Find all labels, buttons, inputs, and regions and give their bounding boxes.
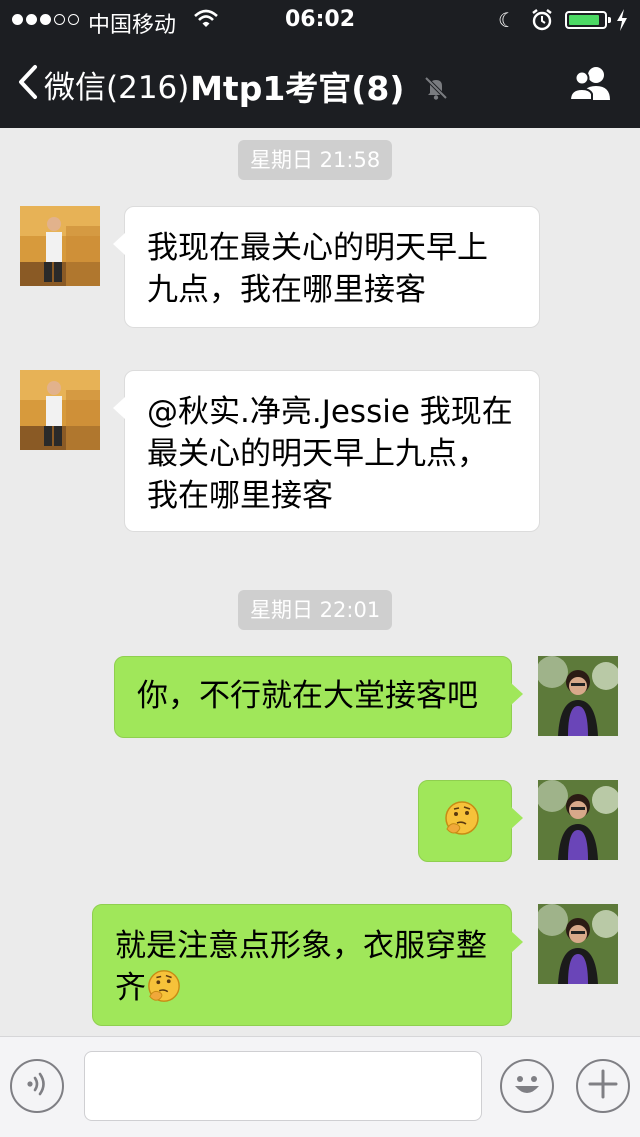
chat-title: Mtp1考官(8) [190,69,405,108]
message-bubble-outgoing[interactable]: 你，不行就在大堂接客吧 [114,656,523,738]
message-bubble-outgoing[interactable] [418,780,523,862]
navigation-bar: 微信(216) Mtp1考官(8) [0,40,640,128]
charging-bolt-icon [616,9,628,37]
battery-icon [565,11,611,29]
avatar-other[interactable] [20,370,100,450]
status-bar: 中国移动 06:02 ☾ [0,0,640,40]
timestamp: 星期日 22:01 [238,590,393,630]
message-bubble-outgoing[interactable]: 就是注意点形象，衣服穿整齐 [92,904,523,1026]
thinking-face-emoji [443,799,481,848]
mute-bell-icon [422,71,450,110]
message-text: 我现在最关心的明天早上九点，我在哪里接客 [147,230,488,308]
message-bubble-incoming[interactable]: 我现在最关心的明天早上九点，我在哪里接客 [113,206,540,328]
top-bar: 中国移动 06:02 ☾ 微信(216) Mtp1考官(8) [0,0,640,128]
group-members-button[interactable] [566,64,616,108]
plus-icon [587,1068,619,1104]
voice-icon [22,1069,52,1103]
input-bar [0,1036,640,1137]
timestamp: 星期日 21:58 [238,140,393,180]
avatar-self[interactable] [538,656,618,736]
more-button[interactable] [576,1059,630,1113]
alarm-clock-icon [530,8,554,38]
avatar-other[interactable] [20,206,100,286]
avatar-self[interactable] [538,904,618,984]
message-bubble-incoming[interactable]: @秋实.净亮.Jessie 我现在最关心的明天早上九点，我在哪里接客 [113,370,540,532]
smiley-icon [507,1064,547,1108]
message-input[interactable] [84,1051,482,1121]
emoji-button[interactable] [500,1059,554,1113]
avatar-self[interactable] [538,780,618,860]
moon-icon: ☾ [498,8,516,32]
group-members-icon [566,67,616,108]
message-text: 你，不行就在大堂接客吧 [137,678,478,714]
voice-button[interactable] [10,1059,64,1113]
thinking-face-emoji [146,968,182,1015]
chat-title-area: Mtp1考官(8) [0,62,640,110]
message-text: @秋实.净亮.Jessie 我现在最关心的明天早上九点，我在哪里接客 [147,394,513,514]
chat-area[interactable]: 星期日 21:58 我现在最关心的明天早上九点，我在哪里接客 @秋实.净亮.Je… [0,128,640,1036]
